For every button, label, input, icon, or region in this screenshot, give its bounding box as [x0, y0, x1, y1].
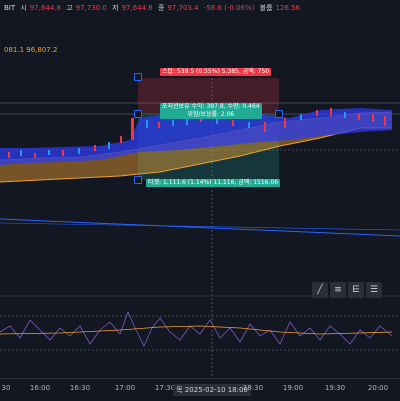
candle	[120, 136, 122, 143]
time-tick: 17:30	[154, 384, 176, 392]
candle	[300, 114, 302, 120]
entry-right-handle[interactable]	[275, 110, 283, 118]
fib-icon[interactable]: ≡	[330, 282, 346, 298]
candle	[158, 122, 160, 128]
time-tick: 19:30	[324, 384, 346, 392]
candle	[358, 114, 360, 120]
time-axis[interactable]: 30 16:00 16:30 17:00 17:30 목 2025-02-10 …	[0, 378, 400, 401]
target-handle[interactable]	[134, 176, 142, 184]
candle	[248, 122, 250, 128]
candle	[264, 122, 266, 132]
candle	[172, 120, 174, 126]
pitchfork-icon[interactable]: ☰	[366, 282, 382, 298]
candle	[146, 120, 148, 128]
time-tick: 19:00	[282, 384, 304, 392]
entry-badge[interactable]: 포지션보유 수익: 397.8, 수량: 0.464 위험/보상률: 2.06	[160, 103, 262, 119]
candle	[108, 142, 110, 149]
time-tick: 16:00	[29, 384, 51, 392]
candle	[186, 118, 188, 125]
candle	[48, 150, 50, 155]
rsi-line	[0, 310, 393, 347]
time-tick: 18:30	[242, 384, 264, 392]
time-tick: 16:30	[69, 384, 91, 392]
candle	[78, 148, 80, 154]
entry-line-2: 위험/보상률: 2.06	[187, 111, 235, 118]
candle	[62, 150, 64, 156]
candle	[20, 150, 22, 156]
candle	[8, 152, 10, 158]
candle	[131, 118, 134, 140]
candle	[284, 118, 286, 128]
price-plot[interactable]	[0, 0, 400, 400]
crosshair-time-label: 목 2025-02-10 18:00	[173, 384, 251, 396]
gann-icon[interactable]: ⋿	[348, 282, 364, 298]
candle	[344, 112, 346, 118]
entry-handle[interactable]	[134, 110, 142, 118]
candle	[384, 116, 386, 126]
candle	[34, 153, 36, 158]
candle	[372, 114, 374, 122]
candle	[232, 120, 234, 126]
chart-area[interactable]: BIT 시 97,644.8 고 97,730.0 저 97,644.8 종 97,70…	[0, 0, 400, 400]
time-tick: 20:00	[367, 384, 389, 392]
draw-line-icon[interactable]: ╱	[312, 282, 328, 298]
candle	[94, 145, 96, 151]
entry-line-1: 포지션보유 수익: 397.8, 수량: 0.464	[162, 103, 260, 110]
stop-handle[interactable]	[134, 73, 142, 81]
stop-badge[interactable]: 스탑: 538.5 (0.55%) 5,385, 금액: 750	[160, 68, 272, 76]
time-tick: 30	[1, 384, 11, 392]
drawing-toolbar: ╱ ≡ ⋿ ☰	[312, 282, 382, 298]
time-tick: 17:00	[114, 384, 136, 392]
trend-line-2	[0, 222, 400, 231]
target-badge[interactable]: 타겟: 1,111.6 (1.14%) 11,116, 금액: 1516.06	[146, 179, 281, 187]
candle	[316, 110, 318, 116]
trend-line-1	[0, 218, 400, 237]
candle	[330, 108, 332, 116]
